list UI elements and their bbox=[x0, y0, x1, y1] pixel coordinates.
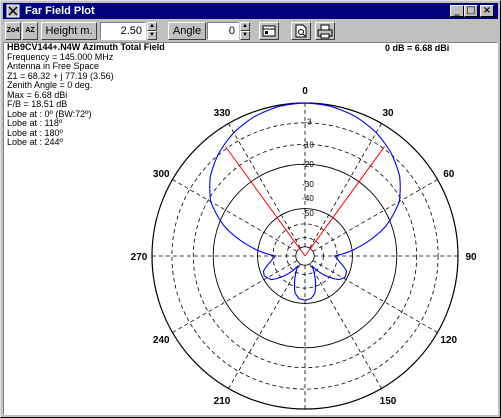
angle-label: 300 bbox=[153, 169, 170, 180]
printer-icon bbox=[317, 24, 333, 39]
spin-down-icon[interactable]: ▼ bbox=[147, 31, 157, 40]
angle-label: 150 bbox=[380, 396, 397, 407]
antenna-info: HB9CV144+.N4W Azimuth Total Field Freque… bbox=[7, 43, 165, 148]
angle-button[interactable]: Angle bbox=[168, 22, 206, 40]
angle-label: 240 bbox=[153, 335, 170, 346]
info-line: Lobe at : 244º bbox=[7, 137, 63, 147]
height-input[interactable]: 2.50 bbox=[100, 22, 146, 40]
beamwidth-line bbox=[225, 146, 306, 257]
maximize-button[interactable]: □ bbox=[464, 5, 478, 17]
title-bar[interactable]: Far Field Plot _ □ × bbox=[3, 3, 498, 19]
close-icon: × bbox=[482, 5, 492, 16]
window-title: Far Field Plot bbox=[25, 5, 95, 17]
grid-spoke bbox=[312, 179, 438, 252]
height-spinner[interactable]: ▲ ▼ bbox=[147, 22, 157, 40]
angle-label: 60 bbox=[443, 169, 455, 180]
chart-icon bbox=[262, 25, 276, 37]
db-reference: 0 dB = 6.68 dBi bbox=[385, 43, 450, 53]
print-button[interactable] bbox=[315, 22, 335, 40]
grid-spoke bbox=[172, 179, 298, 252]
angle-spinner[interactable]: ▲ ▼ bbox=[240, 22, 250, 40]
minimize-button[interactable]: _ bbox=[450, 5, 464, 17]
grid-spoke bbox=[228, 263, 301, 389]
angle-label: 330 bbox=[214, 108, 231, 119]
grid-spoke bbox=[309, 123, 382, 249]
angle-label: 270 bbox=[131, 252, 148, 263]
close-button[interactable]: × bbox=[480, 5, 494, 17]
print-preview-button[interactable] bbox=[291, 22, 311, 40]
spin-up-icon[interactable]: ▲ bbox=[240, 22, 250, 31]
zoom-out-button[interactable]: Zo4 bbox=[5, 22, 21, 40]
radial-label: -3 bbox=[304, 117, 312, 126]
angle-label: 210 bbox=[214, 396, 231, 407]
angle-label: 30 bbox=[382, 108, 394, 119]
print-preview-icon bbox=[295, 24, 307, 38]
radial-label: -40 bbox=[302, 194, 314, 203]
angle-input[interactable]: 0 bbox=[207, 22, 239, 40]
grid-spoke bbox=[172, 260, 298, 333]
height-button[interactable]: Height m. bbox=[41, 22, 97, 40]
zoom-reset-button[interactable]: AZ bbox=[22, 22, 38, 40]
angle-label: 0 bbox=[302, 86, 308, 97]
spin-down-icon[interactable]: ▼ bbox=[240, 31, 250, 40]
beamwidth-line bbox=[304, 146, 385, 257]
radial-label: -30 bbox=[302, 180, 314, 189]
far-field-plot-window: Far Field Plot _ □ × Zo4 AZ Height m. 2.… bbox=[0, 0, 501, 418]
radial-label: -50 bbox=[302, 209, 314, 218]
angle-label: 120 bbox=[440, 335, 457, 346]
grid-spoke bbox=[312, 260, 438, 333]
radial-label: -10 bbox=[302, 140, 314, 149]
plot-area: HB9CV144+.N4W Azimuth Total Field Freque… bbox=[3, 42, 498, 415]
maximize-icon: □ bbox=[466, 5, 476, 16]
radial-label: -20 bbox=[302, 160, 314, 169]
chart-settings-button[interactable] bbox=[259, 22, 279, 40]
minimize-icon: _ bbox=[454, 5, 460, 16]
app-icon bbox=[6, 4, 20, 18]
grid-spoke bbox=[228, 123, 301, 249]
spin-up-icon[interactable]: ▲ bbox=[147, 22, 157, 31]
angle-label: 90 bbox=[465, 252, 477, 263]
grid-spoke bbox=[309, 263, 382, 389]
